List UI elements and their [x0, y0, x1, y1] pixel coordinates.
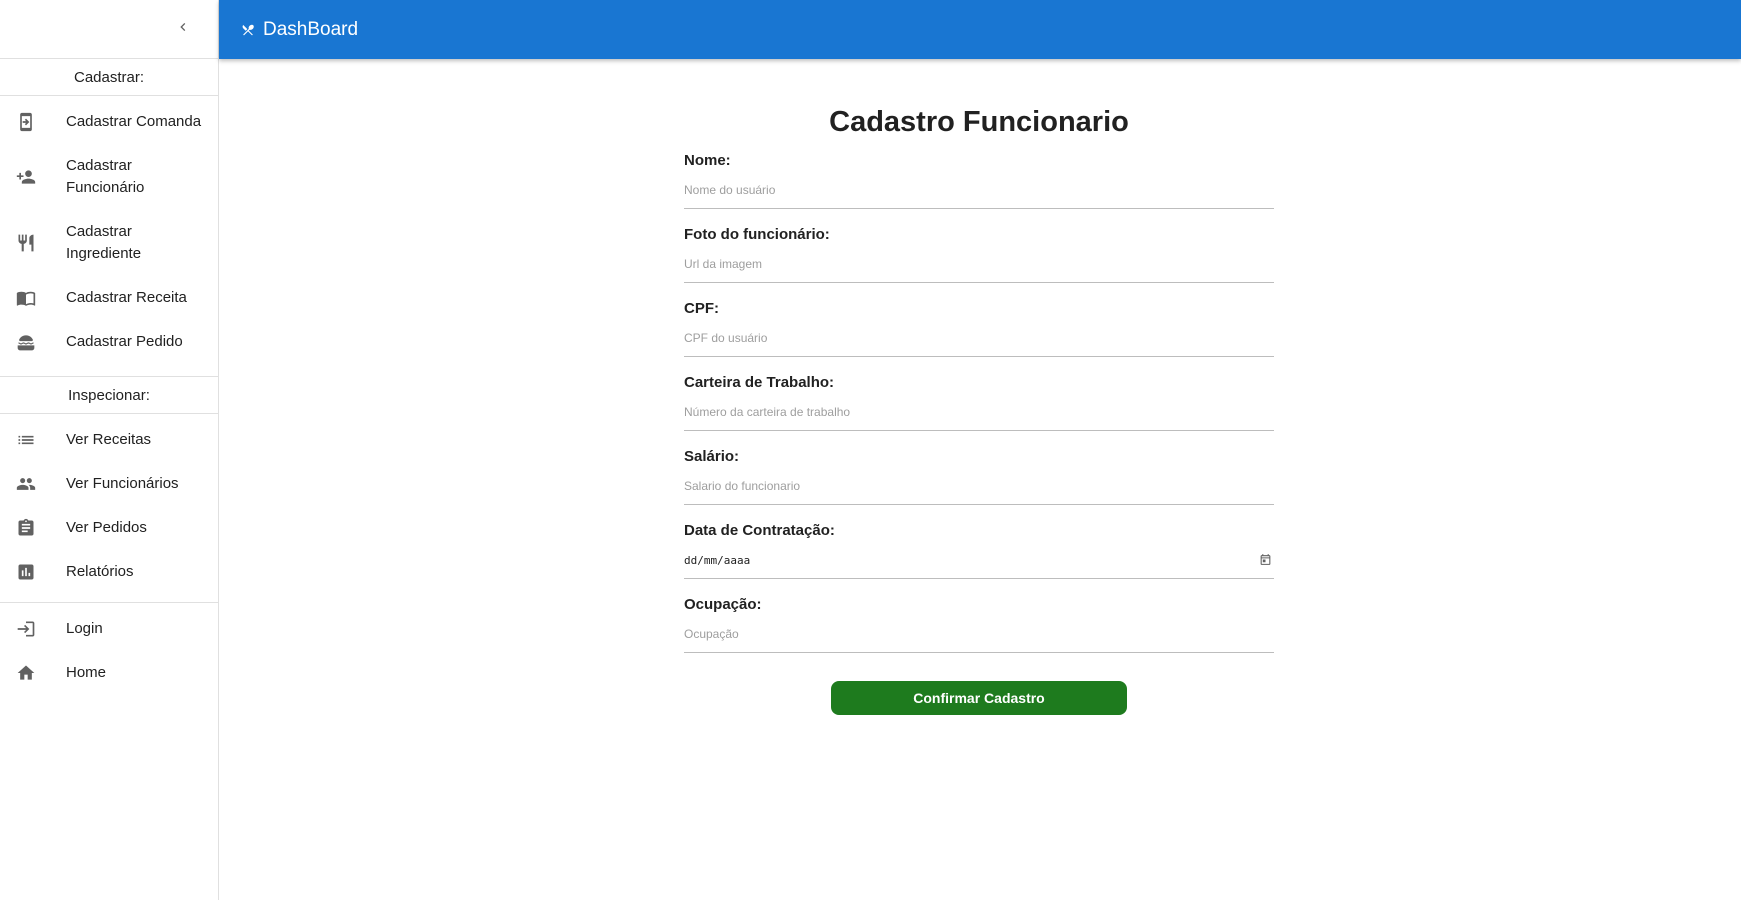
calendar-icon[interactable]: [1259, 553, 1272, 566]
restaurant-icon: [16, 233, 66, 253]
field-label: CPF:: [684, 300, 719, 317]
field-data-contratacao: Data de Contratação: dd/mm/aaaa: [684, 520, 1274, 579]
sidebar-item-label: Cadastrar Comanda: [66, 113, 202, 130]
sidebar-item-cadastrar-ingrediente[interactable]: Cadastrar Ingrediente: [0, 210, 218, 276]
collapse-drawer-button[interactable]: [168, 14, 198, 44]
sidebar-item-cadastrar-funcionario[interactable]: Cadastrar Funcionário: [0, 144, 218, 210]
field-label: Foto do funcionário:: [684, 226, 830, 243]
lunch-dining-icon: [16, 332, 66, 352]
assignment-icon: [16, 518, 66, 538]
field-ocupacao: Ocupação:: [684, 594, 1274, 653]
salary-input[interactable]: [684, 468, 1274, 505]
sidebar-item-cadastrar-pedido[interactable]: Cadastrar Pedido: [0, 320, 218, 364]
menu-book-icon: [16, 288, 66, 308]
occupation-input[interactable]: [684, 616, 1274, 653]
app-bar: DashBoard: [219, 0, 1741, 59]
tablet-login-icon: [16, 112, 66, 132]
bar-chart-icon: [16, 562, 66, 582]
chevron-left-icon: [175, 19, 191, 40]
employee-registration-form: Cadastro Funcionario Nome: Foto do funci…: [684, 59, 1274, 715]
section-title-register: Cadastrar:: [0, 59, 218, 96]
field-label: Data de Contratação:: [684, 522, 835, 539]
app-root: Cadastrar: Cadastrar Comanda Cadastrar F…: [0, 0, 1741, 900]
sidebar-item-label: Ver Pedidos: [66, 519, 147, 536]
sidebar-item-relatorios[interactable]: Relatórios: [0, 550, 218, 594]
confirm-registration-button[interactable]: Confirmar Cadastro: [831, 681, 1127, 715]
field-label: Carteira de Trabalho:: [684, 374, 835, 391]
main-content: Cadastro Funcionario Nome: Foto do funci…: [219, 59, 1741, 900]
sidebar-item-label: Relatórios: [66, 563, 134, 580]
sidebar-header: [0, 0, 218, 59]
sidebar-item-label: Cadastrar Pedido: [66, 333, 183, 350]
section-title-inspect: Inspecionar:: [0, 376, 218, 414]
sidebar-item-ver-receitas[interactable]: Ver Receitas: [0, 418, 218, 462]
sidebar-item-label: Login: [66, 620, 103, 637]
list-icon: [16, 430, 66, 450]
sidebar-item-label: Cadastrar Ingrediente: [66, 223, 142, 262]
app-title: DashBoard: [263, 18, 359, 40]
sidebar-item-ver-pedidos[interactable]: Ver Pedidos: [0, 506, 218, 550]
person-add-icon: [16, 167, 66, 187]
home-icon: [16, 663, 66, 683]
sidebar-item-login[interactable]: Login: [0, 607, 218, 651]
login-icon: [16, 619, 66, 639]
sidebar-item-cadastrar-comanda[interactable]: Cadastrar Comanda: [0, 100, 218, 144]
sidebar-item-ver-funcionarios[interactable]: Ver Funcionários: [0, 462, 218, 506]
hire-date-input[interactable]: dd/mm/aaaa: [684, 542, 1274, 579]
restaurant-cutlery-icon: [241, 23, 255, 37]
sidebar-item-home[interactable]: Home: [0, 651, 218, 695]
date-placeholder: dd/mm/aaaa: [684, 553, 751, 567]
field-cpf: CPF:: [684, 298, 1274, 357]
field-label: Nome:: [684, 152, 731, 169]
work-card-input[interactable]: [684, 394, 1274, 431]
name-input[interactable]: [684, 172, 1274, 209]
field-salario: Salário:: [684, 446, 1274, 505]
cpf-input[interactable]: [684, 320, 1274, 357]
field-foto: Foto do funcionário:: [684, 224, 1274, 283]
field-label: Salário:: [684, 448, 740, 465]
people-icon: [16, 474, 66, 494]
register-nav-list: Cadastrar Comanda Cadastrar Funcionário …: [0, 96, 218, 368]
field-carteira: Carteira de Trabalho:: [684, 372, 1274, 431]
field-nome: Nome:: [684, 150, 1274, 209]
inspect-nav-list: Ver Receitas Ver Funcionários Ver Pedido…: [0, 414, 218, 598]
sidebar-item-label: Cadastrar Funcionário: [66, 157, 145, 196]
field-label: Ocupação:: [684, 596, 762, 613]
sidebar-item-label: Home: [66, 664, 107, 681]
photo-url-input[interactable]: [684, 246, 1274, 283]
page-title: Cadastro Funcionario: [829, 106, 1129, 138]
sidebar-drawer: Cadastrar: Cadastrar Comanda Cadastrar F…: [0, 0, 219, 900]
sidebar-item-label: Ver Funcionários: [66, 475, 179, 492]
bottom-nav-list: Login Home: [0, 603, 218, 699]
sidebar-item-label: Ver Receitas: [66, 431, 152, 448]
sidebar-item-cadastrar-receita[interactable]: Cadastrar Receita: [0, 276, 218, 320]
sidebar-item-label: Cadastrar Receita: [66, 289, 187, 306]
